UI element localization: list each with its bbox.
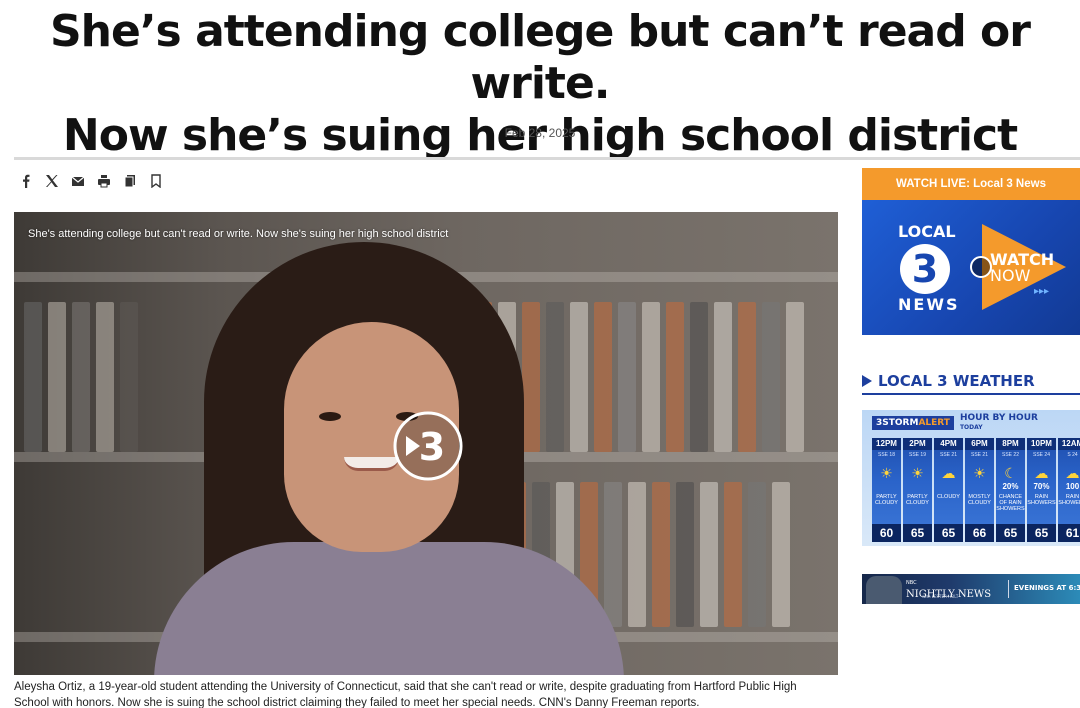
play-logo-text: 3 [419,425,445,469]
forecast-time: 6PM [965,438,994,450]
forecast-weather-icon: ☁ [1065,465,1080,481]
promo-local-text: LOCAL [898,222,956,241]
nightly-divider [1008,580,1009,598]
promo-news-text: NEWS [898,295,960,314]
forecast-time: 8PM [996,438,1025,450]
copy-icon[interactable] [122,171,138,191]
forecast-column: 10PM SSE 24 ☁ 70% RAIN SHOWERS 65 [1027,438,1056,542]
forecast-weather-icon: ☀ [973,465,986,481]
forecast-time: 4PM [934,438,963,450]
triangle-right-icon [862,375,872,387]
forecast-time: 12PM [872,438,901,450]
forecast-precip [934,482,963,492]
play-button[interactable]: 3 [392,410,464,482]
forecast-header: 3STORMALERT HOUR BY HOUR TODAY [862,410,1080,436]
forecast-weather-icon: ☁ [1034,465,1049,481]
forecast-temp: 66 [965,524,994,542]
forecast-condition: PARTLY CLOUDY [906,494,929,506]
anchor-photo [866,576,902,604]
forecast-wind: SSE 21 [940,452,957,458]
forecast-column: 4PM SSE 21 ☁ CLOUDY 65 [934,438,963,542]
watch-now-promo[interactable]: LOCAL 3 NEWS WATCH NOW ▸▸▸ [862,200,1080,335]
forecast-weather-icon: ☀ [880,465,893,481]
forecast-weather-icon: ☁ [941,465,956,481]
forecast-wind: SSE 19 [909,452,926,458]
promo-arrows: ▸▸▸ [1034,286,1050,297]
person-sweater [154,542,624,675]
print-icon[interactable] [96,171,112,191]
storm-alert-badge: 3STORMALERT [872,416,954,430]
email-icon[interactable] [70,171,86,191]
forecast-weather-icon: ☾ [1004,465,1017,481]
forecast-temp: 65 [1027,524,1056,542]
forecast-precip [965,482,994,492]
forecast-precip: 100 [1065,482,1080,491]
video-player[interactable]: She's attending college but can't read o… [14,212,838,675]
forecast-time: 12AM [1058,438,1080,450]
forecast-condition: RAIN SHOWERS [1027,494,1056,506]
share-bar [18,170,164,192]
x-icon[interactable] [44,171,60,191]
video-title: She's attending college but can't read o… [28,228,449,240]
promo-3-logo: 3 [900,244,950,294]
forecast-temp: 65 [903,524,932,542]
nightly-host: with LESTER HOLT [922,594,959,599]
forecast-temp: 65 [934,524,963,542]
forecast-column: 12AM S 24 ☁100 RAIN SHOWERS 61 [1058,438,1080,542]
header-divider [14,157,1080,160]
forecast-wind: SSE 18 [878,452,895,458]
forecast-condition: PARTLY CLOUDY [875,494,898,506]
bookmark-icon[interactable] [148,171,164,191]
watch-live-link[interactable]: WATCH LIVE: Local 3 News [862,168,1080,200]
forecast-precip [903,482,932,492]
hour-by-hour-forecast[interactable]: 3STORMALERT HOUR BY HOUR TODAY 12PM SSE 1… [862,410,1080,546]
weather-divider [862,393,1080,395]
weather-title-text: LOCAL 3 WEATHER [878,372,1035,390]
books-row [24,302,138,452]
forecast-wind: SSE 22 [1002,452,1019,458]
forecast-temp: 60 [872,524,901,542]
forecast-condition: CHANCE OF RAIN SHOWERS [996,494,1025,512]
video-caption: Aleysha Ortiz, a 19-year-old student att… [14,681,797,708]
forecast-time: 2PM [903,438,932,450]
weather-section-title[interactable]: LOCAL 3 WEATHER [862,372,1035,390]
forecast-column: 2PM SSE 19 ☀ PARTLY CLOUDY 65 [903,438,932,542]
person-eye [319,412,341,421]
forecast-precip: 20% [1002,482,1019,491]
facebook-icon[interactable] [18,171,34,191]
promo-now-label: NOW [990,266,1031,285]
forecast-temp: 61 [1058,524,1080,542]
forecast-time: 10PM [1027,438,1056,450]
forecast-column: 8PM SSE 22 ☾ 20% CHANCE OF RAIN SHOWERS 65 [996,438,1025,542]
hour-by-hour-label: HOUR BY HOUR TODAY [959,413,1038,432]
forecast-wind: S 24 [1067,452,1078,458]
forecast-temp: 65 [996,524,1025,542]
forecast-weather-icon: ☀ [911,465,924,481]
publish-date: Feb 28, 2025 [504,126,576,140]
forecast-wind: SSE 21 [971,452,988,458]
forecast-condition: MOSTLY CLOUDY [968,494,991,506]
forecast-condition: CLOUDY [937,494,960,500]
promo-watch-now: WATCH NOW [990,252,1054,284]
forecast-condition: RAIN SHOWERS [1058,494,1080,506]
nightly-time: EVENINGS AT 6:30 [1014,584,1080,592]
forecast-precip: 70% [1033,482,1050,491]
headline-line-1: She’s attending college but can’t read o… [49,6,1031,109]
nightly-news-banner[interactable]: NBC NIGHTLY NEWS with LESTER HOLT EVENIN… [862,574,1080,604]
forecast-column: 12PM SSE 18 ☀ PARTLY CLOUDY 60 [872,438,901,542]
forecast-columns: 12PM SSE 18 ☀ PARTLY CLOUDY 60 2PM SSE 19 ☀ PART… [872,438,1080,542]
promo-play-icon[interactable] [970,256,992,278]
forecast-wind: SSE 24 [1033,452,1050,458]
person-mouth [344,457,399,471]
forecast-column: 6PM SSE 21 ☀ MOSTLY CLOUDY 66 [965,438,994,542]
forecast-precip [872,482,901,492]
